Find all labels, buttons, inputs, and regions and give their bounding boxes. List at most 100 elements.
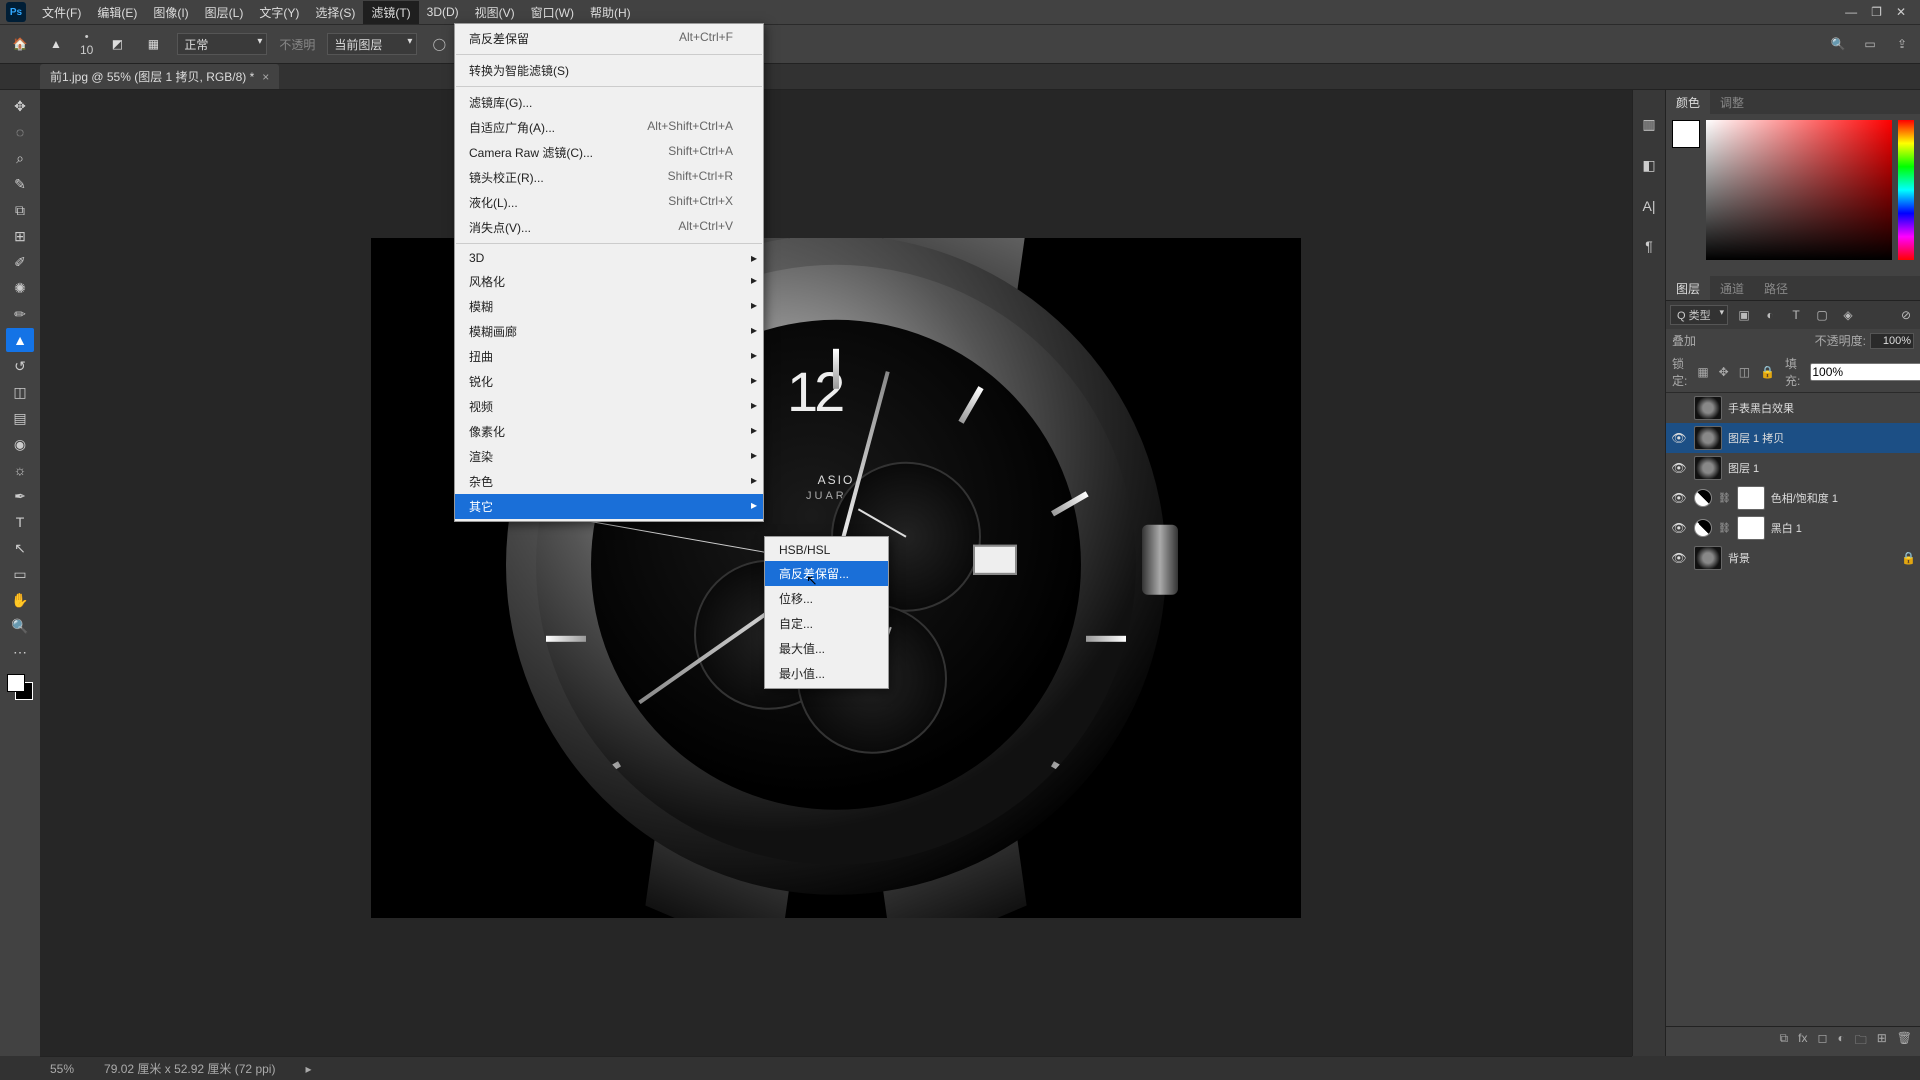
- shape-tool[interactable]: ▭: [6, 562, 34, 586]
- adjustment-layer-icon[interactable]: ◐: [1837, 1031, 1844, 1052]
- layer-fx-icon[interactable]: fx: [1798, 1031, 1807, 1052]
- new-layer-icon[interactable]: ⊞: [1877, 1031, 1887, 1052]
- paragraph-panel-icon[interactable]: ¶: [1645, 238, 1653, 254]
- character-panel-icon[interactable]: A|: [1643, 198, 1656, 214]
- layer-name[interactable]: 图层 1 拷贝: [1728, 430, 1784, 446]
- filter-item[interactable]: 液化(L)...Shift+Ctrl+X: [455, 190, 763, 215]
- filter-item[interactable]: 模糊: [455, 294, 763, 319]
- edit-toolbar-icon[interactable]: ⋯: [6, 640, 34, 664]
- layer-thumbnail[interactable]: [1694, 426, 1722, 450]
- blend-mode-select[interactable]: 正常: [177, 33, 267, 55]
- filter-item[interactable]: 锐化: [455, 369, 763, 394]
- frame-tool[interactable]: ⊞: [6, 224, 34, 248]
- menu-窗口W[interactable]: 窗口(W): [523, 1, 582, 24]
- restore-icon[interactable]: ❐: [1871, 5, 1882, 19]
- filter-item[interactable]: 镜头校正(R)...Shift+Ctrl+R: [455, 165, 763, 190]
- tab-channels[interactable]: 通道: [1710, 276, 1754, 301]
- filter-other-item[interactable]: HSB/HSL: [765, 539, 888, 561]
- close-icon[interactable]: ✕: [1896, 5, 1906, 19]
- layer-thumbnail[interactable]: [1737, 516, 1765, 540]
- layer-name[interactable]: 黑白 1: [1771, 520, 1802, 536]
- workspace-icon[interactable]: ▭: [1860, 34, 1880, 54]
- filter-item[interactable]: 3D: [455, 247, 763, 269]
- opacity-input[interactable]: [1870, 333, 1914, 349]
- filter-adjust-icon[interactable]: ◐: [1760, 305, 1780, 325]
- layer-name[interactable]: 背景: [1728, 550, 1750, 566]
- filter-item[interactable]: 风格化: [455, 269, 763, 294]
- filter-item[interactable]: 自适应广角(A)...Alt+Shift+Ctrl+A: [455, 115, 763, 140]
- zoom-tool[interactable]: 🔍: [6, 614, 34, 638]
- lock-artboard-icon[interactable]: ◫: [1739, 365, 1750, 379]
- menu-3DD[interactable]: 3D(D): [419, 2, 467, 22]
- filter-item[interactable]: 扭曲: [455, 344, 763, 369]
- link-layers-icon[interactable]: ⧉: [1780, 1031, 1789, 1052]
- path-tool[interactable]: ↖: [6, 536, 34, 560]
- lock-pixels-icon[interactable]: ▦: [1697, 365, 1708, 379]
- layer-name[interactable]: 色相/饱和度 1: [1771, 490, 1838, 506]
- blur-tool[interactable]: ◉: [6, 432, 34, 456]
- layer-row[interactable]: 👁背景🔒: [1666, 543, 1920, 573]
- filter-item[interactable]: 模糊画廊: [455, 319, 763, 344]
- history-panel-icon[interactable]: ▥: [1642, 116, 1655, 133]
- layer-filter-kind[interactable]: Q 类型: [1670, 305, 1728, 325]
- layer-row[interactable]: 手表黑白效果: [1666, 393, 1920, 423]
- close-tab-icon[interactable]: ×: [262, 70, 269, 84]
- fill-input[interactable]: [1810, 363, 1920, 381]
- foreground-color[interactable]: [1672, 120, 1700, 148]
- menu-视图V[interactable]: 视图(V): [467, 1, 523, 24]
- delete-layer-icon[interactable]: 🗑: [1897, 1031, 1912, 1052]
- brush-tool[interactable]: ✏: [6, 302, 34, 326]
- menu-图层L[interactable]: 图层(L): [197, 1, 252, 24]
- filter-item[interactable]: 滤镜库(G)...: [455, 90, 763, 115]
- eraser-tool[interactable]: ◫: [6, 380, 34, 404]
- link-mask-icon[interactable]: ⛓: [1718, 493, 1731, 504]
- properties-panel-icon[interactable]: ◧: [1642, 157, 1655, 174]
- layer-name[interactable]: 手表黑白效果: [1728, 400, 1794, 416]
- layer-thumbnail[interactable]: [1694, 396, 1722, 420]
- pen-tool[interactable]: ✒: [6, 484, 34, 508]
- filter-item[interactable]: 高反差保留Alt+Ctrl+F: [455, 26, 763, 51]
- layer-name[interactable]: 图层 1: [1728, 460, 1759, 476]
- filter-other-item[interactable]: 最小值...: [765, 661, 888, 686]
- color-swatch[interactable]: [7, 674, 33, 700]
- menu-图像I[interactable]: 图像(I): [145, 1, 196, 24]
- visibility-icon[interactable]: 👁: [1670, 521, 1688, 535]
- filter-item[interactable]: 消失点(V)...Alt+Ctrl+V: [455, 215, 763, 240]
- layer-row[interactable]: 👁⛓色相/饱和度 1: [1666, 483, 1920, 513]
- menu-文字Y[interactable]: 文字(Y): [251, 1, 307, 24]
- clone-stamp-tool[interactable]: ▲: [6, 328, 34, 352]
- filter-other-item[interactable]: 自定...: [765, 611, 888, 636]
- filter-other-item[interactable]: 高反差保留...: [765, 561, 888, 586]
- layer-thumbnail[interactable]: [1737, 486, 1765, 510]
- gradient-tool[interactable]: ▤: [6, 406, 34, 430]
- quick-select-tool[interactable]: ✎: [6, 172, 34, 196]
- sample-layers-select[interactable]: 当前图层: [327, 33, 417, 55]
- filter-item[interactable]: 转换为智能滤镜(S): [455, 58, 763, 83]
- brush-preset-icon[interactable]: ▲: [44, 32, 68, 56]
- filter-other-item[interactable]: 位移...: [765, 586, 888, 611]
- doc-info[interactable]: 79.02 厘米 x 52.92 厘米 (72 ppi): [104, 1060, 275, 1077]
- type-tool[interactable]: T: [6, 510, 34, 534]
- menu-滤镜T[interactable]: 滤镜(T): [363, 1, 418, 24]
- heal-tool[interactable]: ✺: [6, 276, 34, 300]
- move-tool[interactable]: ✥: [6, 94, 34, 118]
- filter-shape-icon[interactable]: ▢: [1812, 305, 1832, 325]
- tab-layers[interactable]: 图层: [1666, 276, 1710, 301]
- crop-tool[interactable]: ⧉: [6, 198, 34, 222]
- marquee-tool[interactable]: ◌: [6, 120, 34, 144]
- filter-item[interactable]: 其它: [455, 494, 763, 519]
- color-picker-field[interactable]: [1706, 120, 1892, 260]
- document-tab[interactable]: 前1.jpg @ 55% (图层 1 拷贝, RGB/8) * ×: [40, 64, 279, 89]
- visibility-icon[interactable]: 👁: [1670, 551, 1688, 565]
- visibility-icon[interactable]: 👁: [1670, 431, 1688, 445]
- zoom-level[interactable]: 55%: [50, 1062, 74, 1076]
- menu-文件F[interactable]: 文件(F): [34, 1, 89, 24]
- blend-mode[interactable]: 叠加: [1672, 332, 1770, 349]
- filter-item[interactable]: 杂色: [455, 469, 763, 494]
- filter-pixel-icon[interactable]: ▣: [1734, 305, 1754, 325]
- layer-thumbnail[interactable]: [1694, 456, 1722, 480]
- menu-帮助H[interactable]: 帮助(H): [582, 1, 639, 24]
- search-icon[interactable]: 🔍: [1828, 34, 1848, 54]
- filter-item[interactable]: Camera Raw 滤镜(C)...Shift+Ctrl+A: [455, 140, 763, 165]
- status-flyout-icon[interactable]: ▸: [305, 1062, 311, 1076]
